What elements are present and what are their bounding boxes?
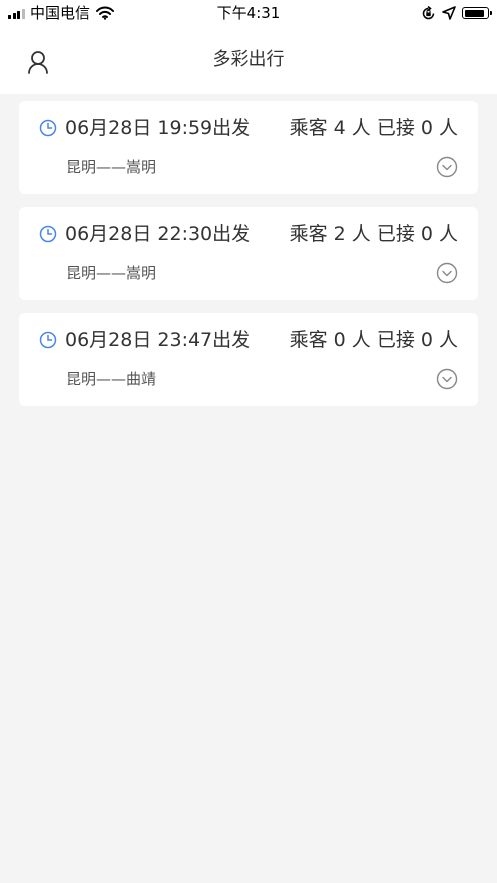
trip-departure-time: 06月28日 22:30出发 [65,223,251,245]
trip-passenger-count: 乘客 4 人 已接 0 人 [289,117,458,139]
trip-passenger-count: 乘客 0 人 已接 0 人 [289,329,458,351]
chevron-down-icon[interactable] [436,156,458,178]
trip-list: 06月28日 19:59出发 乘客 4 人 已接 0 人 昆明——嵩明 06月2… [19,101,478,419]
clock-icon [39,225,57,243]
chevron-down-icon[interactable] [436,262,458,284]
location-arrow-icon [442,6,456,20]
trip-card[interactable]: 06月28日 23:47出发 乘客 0 人 已接 0 人 昆明——曲靖 [19,313,478,406]
trip-passenger-count: 乘客 2 人 已接 0 人 [289,223,458,245]
clock-icon [39,331,57,349]
trip-departure-time: 06月28日 23:47出发 [65,329,251,351]
navigation-bar: 多彩出行 [0,26,497,94]
trip-card[interactable]: 06月28日 22:30出发 乘客 2 人 已接 0 人 昆明——嵩明 [19,207,478,300]
chevron-down-icon[interactable] [436,368,458,390]
trip-route: 昆明——曲靖 [66,370,157,388]
trip-route: 昆明——嵩明 [66,158,157,176]
battery-icon [462,7,492,19]
trip-departure-time: 06月28日 19:59出发 [65,117,251,139]
status-right [421,3,492,23]
rotation-lock-icon [422,5,435,19]
trip-card[interactable]: 06月28日 19:59出发 乘客 4 人 已接 0 人 昆明——嵩明 [19,101,478,194]
page-title: 多彩出行 [212,49,285,70]
clock-icon [39,119,57,137]
trip-route: 昆明——嵩明 [66,264,157,282]
status-bar: 中国电信 下午4:31 [0,0,497,26]
